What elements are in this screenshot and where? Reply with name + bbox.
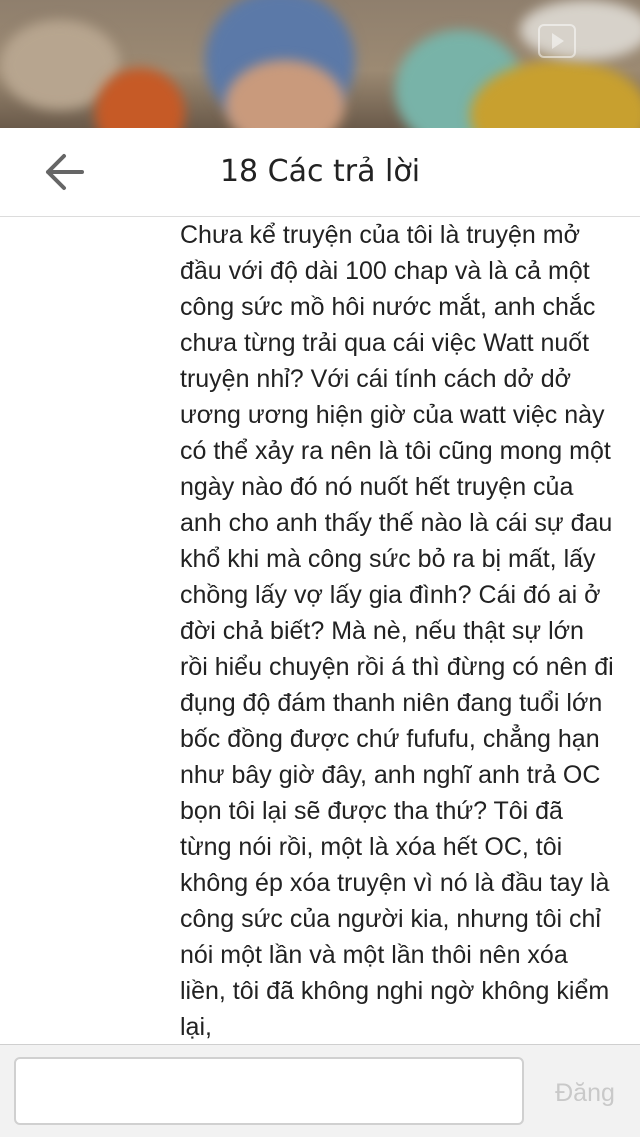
- reply-composer: Đăng: [0, 1044, 640, 1137]
- post-button[interactable]: Đăng: [540, 1073, 630, 1113]
- reply-thread[interactable]: Chưa kể truyện của tôi là truyện mở đầu …: [0, 217, 640, 1044]
- top-bar: 18 Các trả lời: [0, 128, 640, 217]
- reply-input[interactable]: [14, 1057, 524, 1125]
- header-banner-image: [0, 0, 640, 128]
- reply-text: Chưa kể truyện của tôi là truyện mở đầu …: [180, 221, 614, 1041]
- play-icon: [538, 24, 576, 58]
- page-title: 18 Các trả lời: [219, 154, 421, 189]
